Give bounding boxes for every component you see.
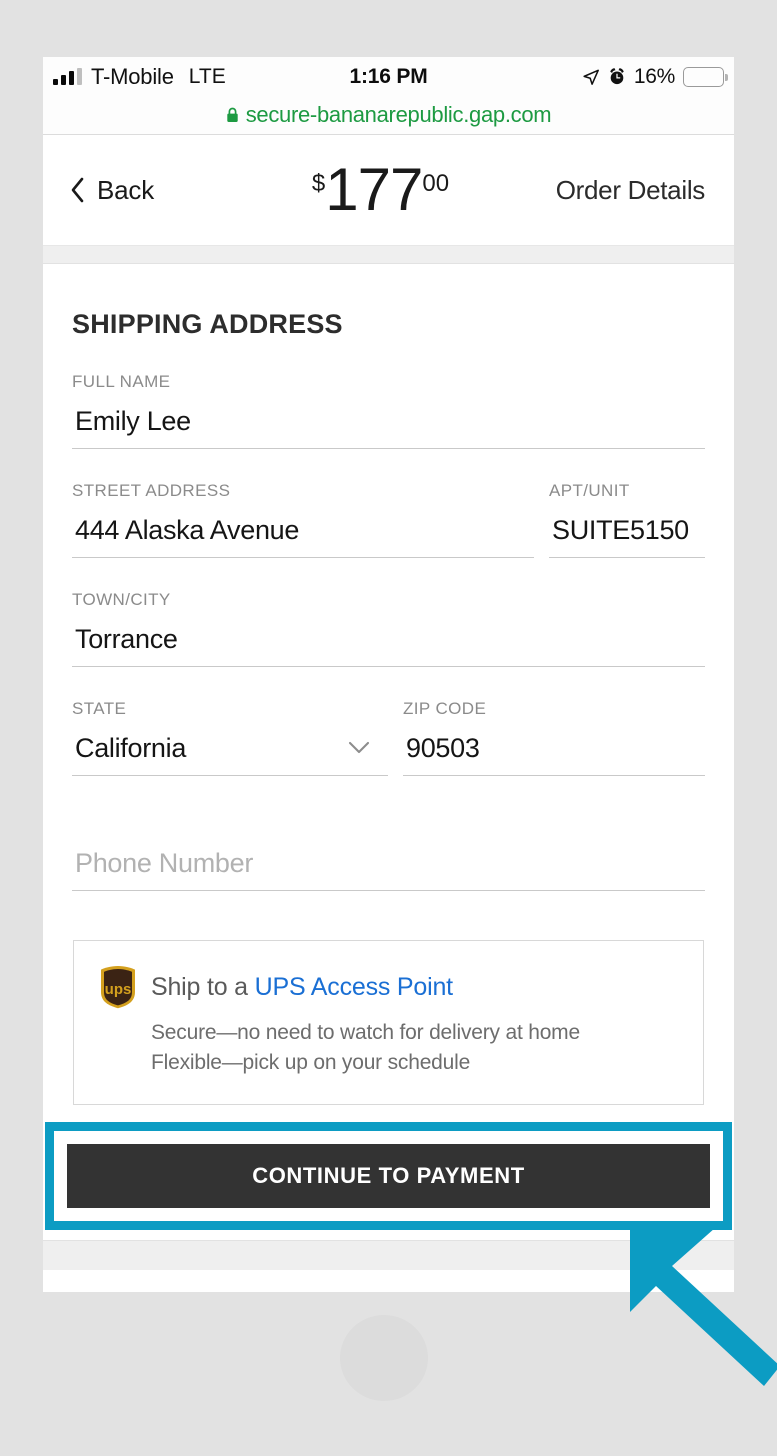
ups-benefit-2: Flexible—pick up on your schedule [151,1051,471,1075]
field-full-name[interactable]: FULL NAME Emily Lee [72,372,705,449]
order-total-amount: 177 [325,156,423,224]
field-label-state: STATE [72,699,127,718]
field-town-city[interactable]: TOWN/CITY Torrance [72,590,705,667]
field-label-apt-unit: APT/UNIT [549,481,630,500]
phone-screen: T-Mobile LTE 1:16 PM 16% secure-bananare… [43,57,734,1292]
field-label-street-address: STREET ADDRESS [72,481,231,500]
location-arrow-icon [583,69,599,85]
lock-icon [226,107,238,122]
ups-promo-title-prefix: Ship to a [151,972,255,1001]
field-zip-code[interactable]: ZIP CODE 90503 [403,667,705,776]
shipping-address-form: SHIPPING ADDRESS FULL NAME Emily Lee STR… [43,309,734,1106]
order-total-cents: 00 [422,170,450,198]
order-details-link[interactable]: Order Details [556,135,706,245]
continue-to-payment-label: CONTINUE TO PAYMENT [252,1163,525,1188]
ups-benefit-1: Secure—no need to watch for delivery at … [151,1021,580,1044]
screenshot-page: T-Mobile LTE 1:16 PM 16% secure-bananare… [0,0,777,1456]
status-bar-right: 16% [582,57,728,96]
street-address-input[interactable]: 444 Alaska Avenue [72,515,534,558]
ups-access-point-link[interactable]: UPS Access Point [255,973,453,1001]
field-apt-unit[interactable]: APT/UNIT SUITE5150 [549,449,705,558]
phone-number-input[interactable]: Phone Number [72,848,705,891]
field-state[interactable]: STATE California [72,667,388,776]
chevron-down-icon[interactable] [348,741,370,754]
page-title: SHIPPING ADDRESS [72,309,343,339]
town-city-input[interactable]: Torrance [72,624,705,667]
device-home-button[interactable] [340,1315,428,1401]
field-label-zip-code: ZIP CODE [403,699,487,718]
full-name-input[interactable]: Emily Lee [72,406,705,449]
currency-symbol: $ [311,170,326,198]
apt-unit-input[interactable]: SUITE5150 [549,515,705,558]
footer-gray-strip [43,1240,734,1272]
footer-white-strip [43,1270,734,1292]
section-divider [43,246,734,264]
field-street-address[interactable]: STREET ADDRESS 444 Alaska Avenue [72,449,534,558]
ups-promo-benefits: Secure—no need to watch for delivery at … [151,1018,678,1078]
state-select[interactable]: California [72,733,388,776]
battery-icon [683,66,728,87]
field-label-town-city: TOWN/CITY [72,590,171,609]
status-bar: T-Mobile LTE 1:16 PM 16% [43,57,734,96]
ups-promo-title: Ship to a UPS Access Point [151,973,453,1002]
svg-text:ups: ups [105,981,132,998]
continue-to-payment-highlight: CONTINUE TO PAYMENT [45,1122,732,1230]
browser-url-bar[interactable]: secure-bananarepublic.gap.com [43,96,734,135]
continue-to-payment-button[interactable]: CONTINUE TO PAYMENT [67,1144,710,1208]
order-header: Back $ 177 00 Order Details [43,135,734,246]
alarm-clock-icon [610,68,624,85]
ups-access-point-promo[interactable]: ups Ship to a UPS Access Point Secure—no… [73,940,704,1106]
ups-promo-header: ups Ship to a UPS Access Point [99,965,678,1009]
url-text: secure-bananarepublic.gap.com [245,102,552,127]
zip-code-input[interactable]: 90503 [403,733,705,776]
battery-percent-label: 16% [633,64,675,88]
field-phone-number[interactable]: Phone Number [72,848,705,891]
ups-shield-icon: ups [101,966,135,1009]
field-label-full-name: FULL NAME [72,372,171,391]
